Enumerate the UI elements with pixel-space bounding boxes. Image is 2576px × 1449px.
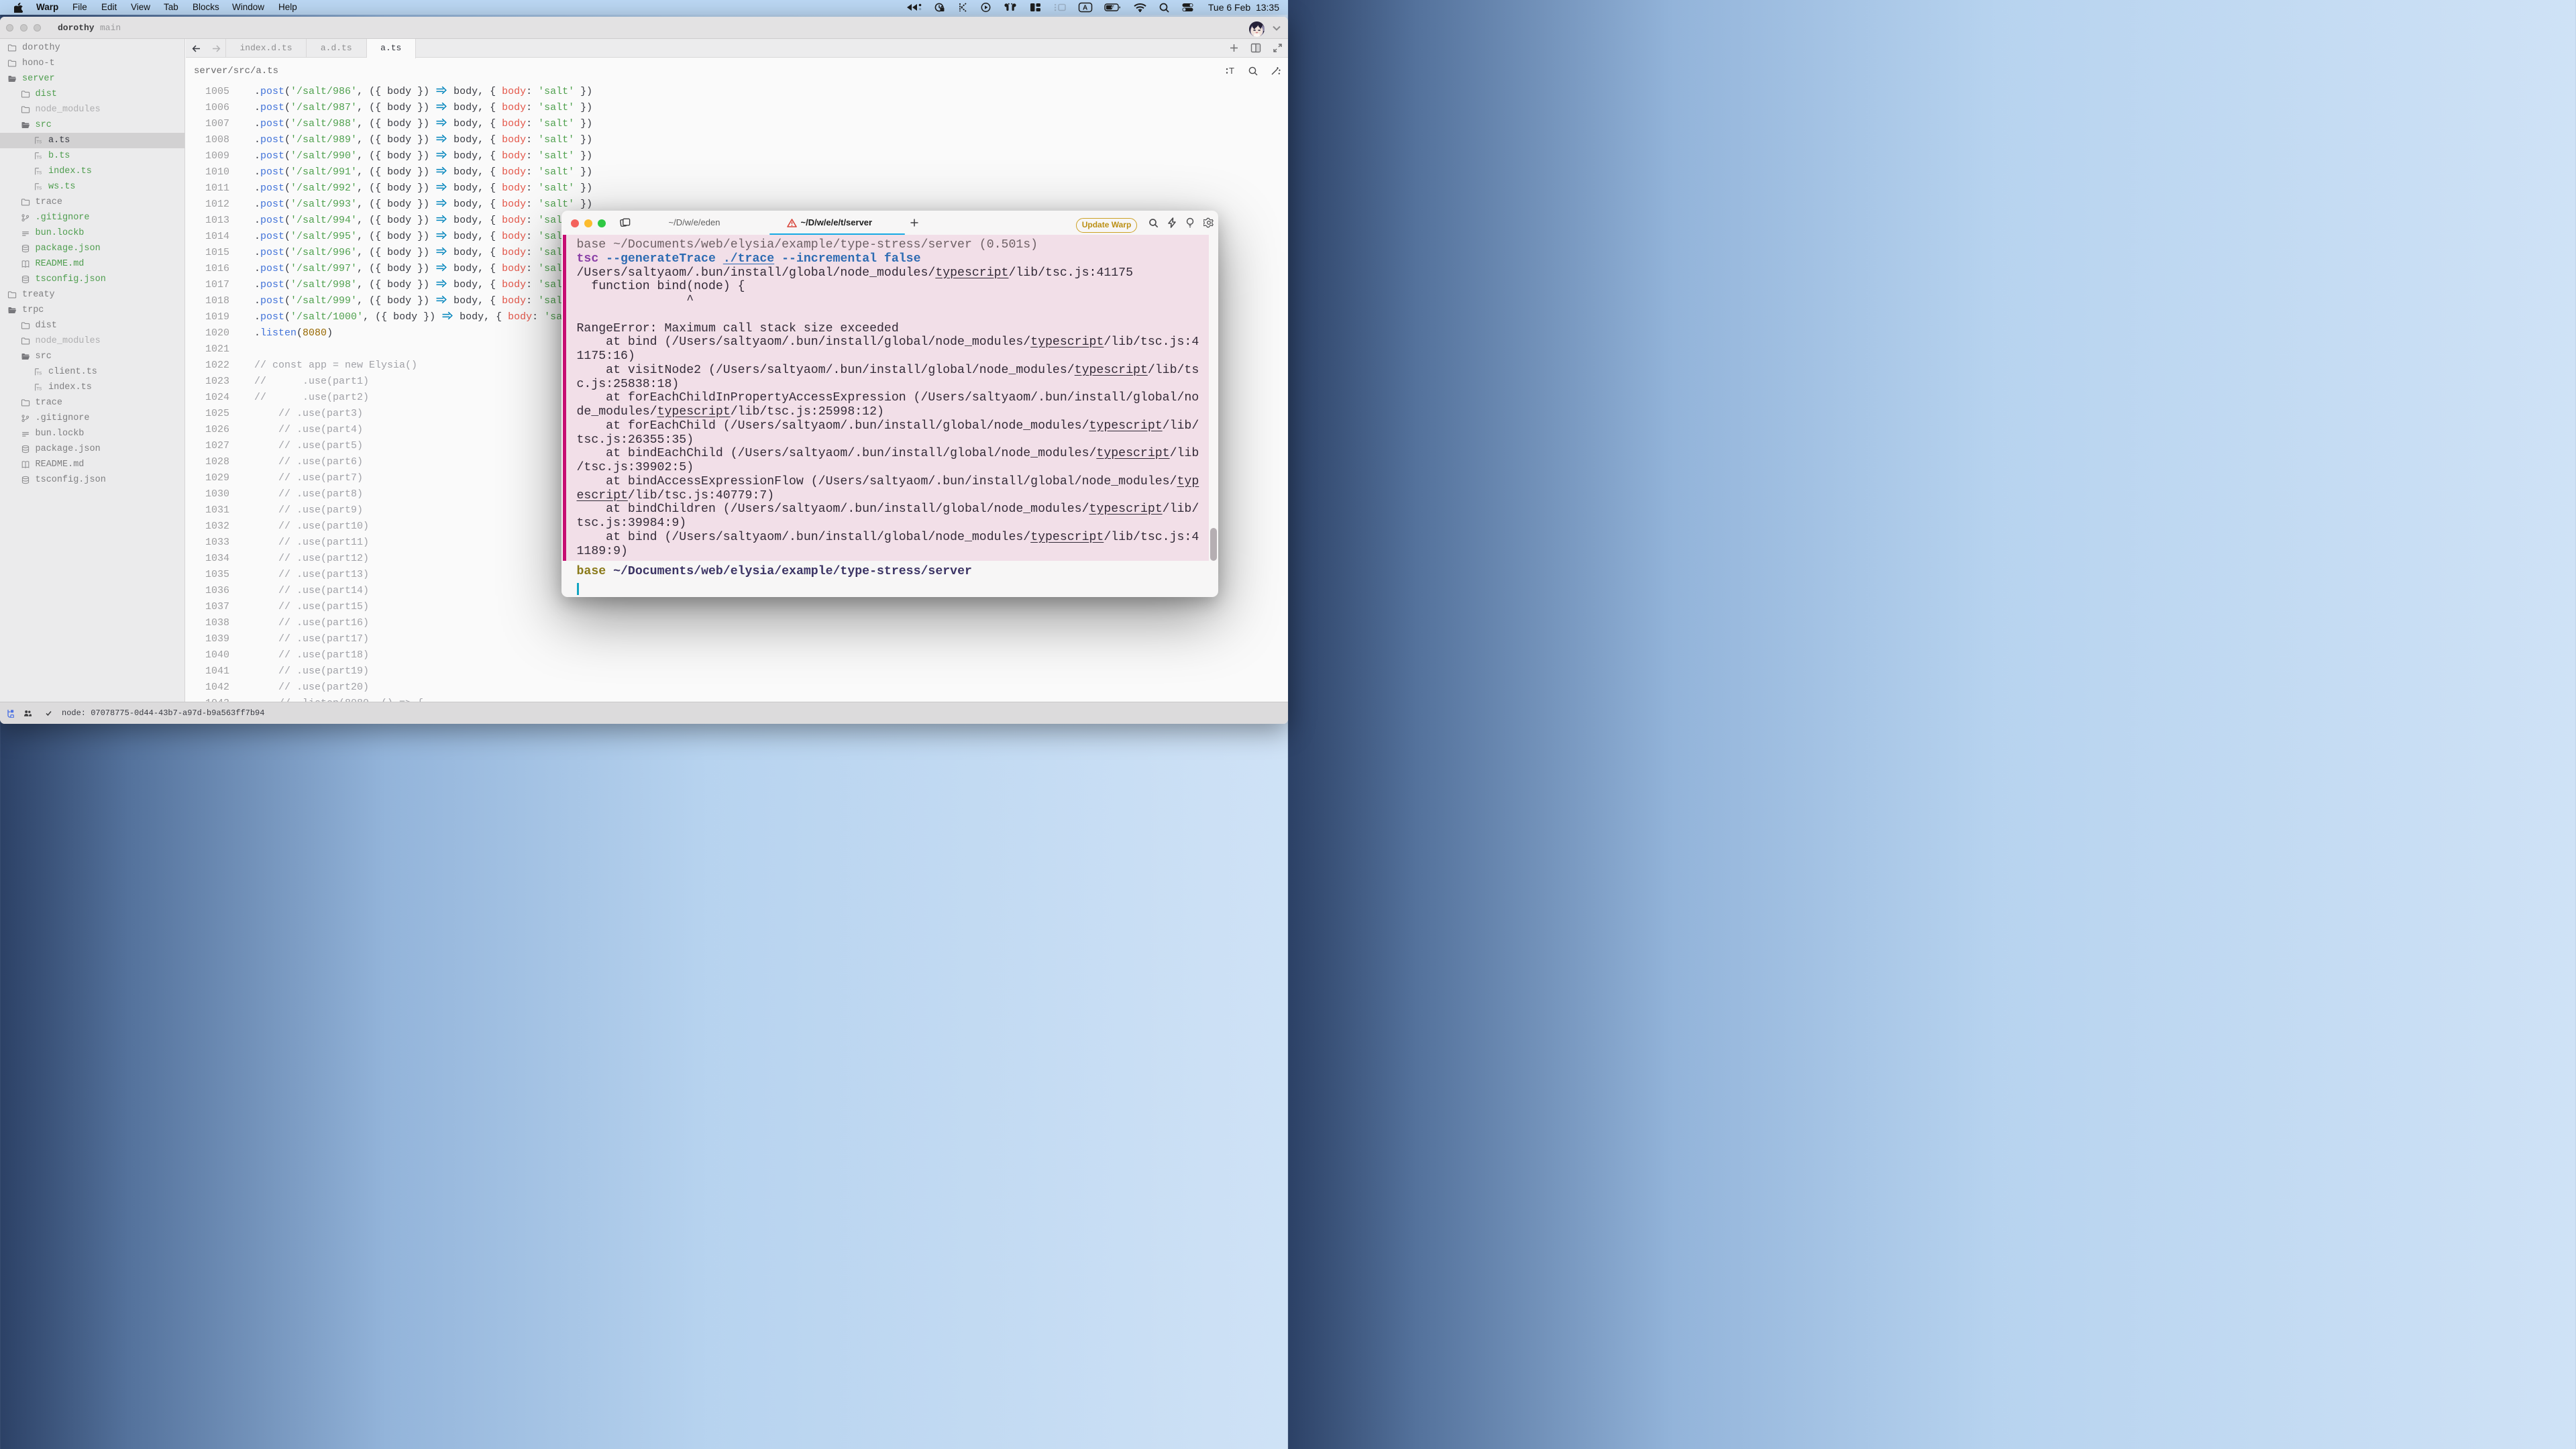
svg-text:TS: TS — [36, 371, 42, 376]
svg-text:TS: TS — [36, 170, 42, 175]
svg-text:TS: TS — [36, 386, 42, 391]
svg-text:T: T — [1229, 66, 1234, 76]
svg-text:TS: TS — [36, 140, 42, 144]
svg-text:TS: TS — [36, 155, 42, 160]
svg-text:TS: TS — [36, 186, 42, 191]
svg-text:A: A — [1083, 5, 1087, 12]
